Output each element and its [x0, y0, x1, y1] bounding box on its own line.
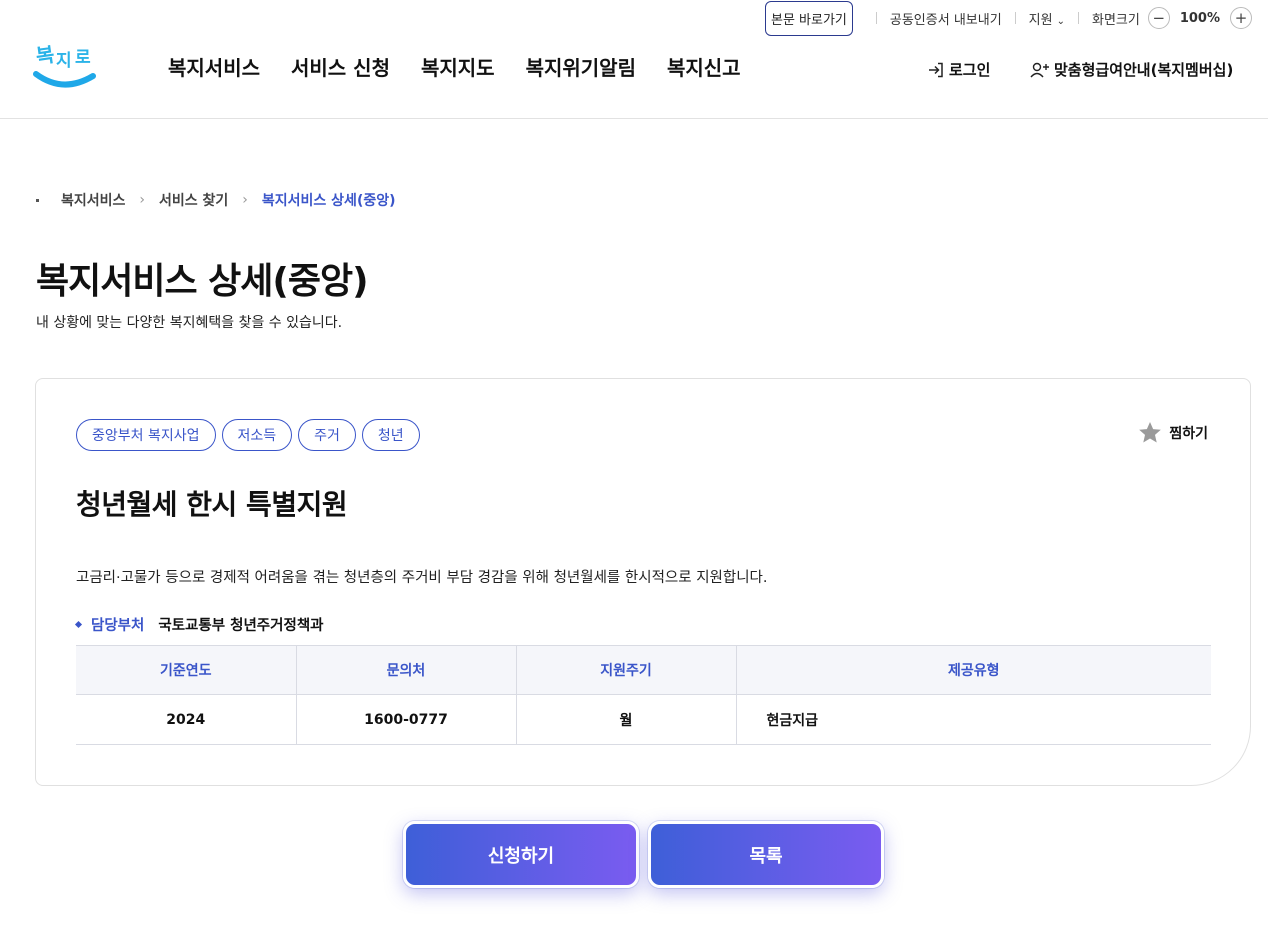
table-header: 지원주기: [515, 645, 736, 695]
page-title: 복지서비스 상세(중앙): [36, 261, 369, 302]
zoom-level: 100%: [1179, 10, 1220, 26]
plus-icon[interactable]: +: [1230, 7, 1252, 29]
skip-to-content-link[interactable]: 본문 바로가기: [764, 0, 853, 36]
table-cell-type: 현금지급: [735, 694, 1211, 745]
breadcrumb-item[interactable]: 복지서비스: [61, 190, 125, 210]
divider: [875, 12, 877, 24]
table-row: 2024 1600-0777 월 현금지급: [76, 694, 1211, 745]
breadcrumb: 복지서비스 › 서비스 찾기 › 복지서비스 상세(중앙): [36, 190, 396, 210]
minus-icon[interactable]: −: [1147, 7, 1170, 29]
screen-size-label: 화면크기: [1091, 12, 1140, 28]
nav-item-welfare-report[interactable]: 복지신고: [667, 52, 741, 81]
login-label: 로그인: [949, 61, 991, 79]
favorite-button[interactable]: 찜하기: [1137, 420, 1208, 446]
breadcrumb-current: 복지서비스 상세(중앙): [261, 193, 396, 209]
list-button[interactable]: 목록: [648, 821, 884, 888]
nav-item-service-apply[interactable]: 서비스 신청: [291, 52, 390, 81]
divider: [1077, 12, 1079, 24]
membership-label: 맞춤형급여안내(복지멤버십): [1054, 61, 1234, 79]
tag[interactable]: 중앙부처 복지사업: [76, 419, 216, 451]
table-header-row: 기준연도 문의처 지원주기 제공유형: [76, 645, 1211, 695]
tag-list: 중앙부처 복지사업 저소득 주거 청년: [76, 419, 420, 451]
table-cell-cycle: 월: [515, 694, 736, 745]
membership-link[interactable]: 맞춤형급여안내(복지멤버십): [1030, 59, 1233, 80]
chevron-down-icon: ⌄: [1056, 15, 1065, 27]
table-cell-contact: 1600-0777: [295, 694, 516, 745]
diamond-bullet-icon: [74, 620, 83, 629]
service-description: 고금리·고물가 등으로 경제적 어려움을 겪는 청년층의 주거비 부담 경감을 …: [76, 570, 768, 586]
svg-text:복: 복: [34, 42, 56, 68]
home-bullet: [36, 198, 39, 202]
table-header: 기준연도: [76, 645, 296, 695]
chevron-right-icon: ›: [139, 192, 146, 208]
support-label: 지원: [1028, 12, 1053, 28]
chevron-right-icon: ›: [242, 192, 248, 208]
utility-bar: 본문 바로가기 공동인증서 내보내기 지원 ⌄ 화면크기 − 100% +: [764, 0, 1252, 36]
table-header: 문의처: [295, 645, 516, 695]
department-info: 담당부처 국토교통부 청년주거정책과: [74, 614, 324, 635]
svg-text:로: 로: [75, 48, 91, 68]
breadcrumb-item[interactable]: 서비스 찾기: [159, 190, 228, 210]
main-nav: 복지서비스 서비스 신청 복지지도 복지위기알림 복지신고: [168, 52, 741, 81]
tag[interactable]: 주거: [298, 419, 356, 451]
login-icon: [929, 62, 943, 77]
service-card: 중앙부처 복지사업 저소득 주거 청년 찜하기 청년월세 한시 특별지원 고금리…: [35, 378, 1251, 786]
nav-item-crisis-alert[interactable]: 복지위기알림: [526, 52, 636, 81]
user-plus-icon: [1030, 62, 1049, 77]
login-link[interactable]: 로그인: [927, 59, 990, 80]
tag[interactable]: 저소득: [221, 419, 293, 451]
logo-icon: 복 지 로: [33, 42, 96, 88]
header-divider: [0, 118, 1268, 119]
star-icon: [1139, 421, 1162, 443]
page-subtitle: 내 상황에 맞는 다양한 복지혜택을 찾을 수 있습니다.: [36, 315, 343, 331]
department-value: 국토교통부 청년주거정책과: [158, 618, 324, 634]
table-cell-year: 2024: [76, 694, 296, 745]
nav-item-welfare-service[interactable]: 복지서비스: [168, 52, 260, 81]
tag[interactable]: 청년: [361, 419, 420, 451]
support-dropdown[interactable]: 지원 ⌄: [1029, 9, 1065, 28]
favorite-label: 찜하기: [1169, 426, 1208, 442]
table-header: 제공유형: [735, 645, 1211, 695]
cert-export-link[interactable]: 공동인증서 내보내기: [890, 9, 1002, 28]
nav-item-welfare-map[interactable]: 복지지도: [421, 52, 495, 81]
divider: [1014, 12, 1016, 24]
department-label: 담당부처: [91, 618, 145, 634]
apply-button[interactable]: 신청하기: [403, 821, 639, 888]
service-title: 청년월세 한시 특별지원: [76, 488, 348, 521]
service-info-table: 기준연도 문의처 지원주기 제공유형 2024 1600-0777 월 현금지급: [76, 645, 1211, 745]
svg-text:지: 지: [56, 51, 72, 71]
site-logo[interactable]: 복 지 로: [33, 38, 97, 90]
